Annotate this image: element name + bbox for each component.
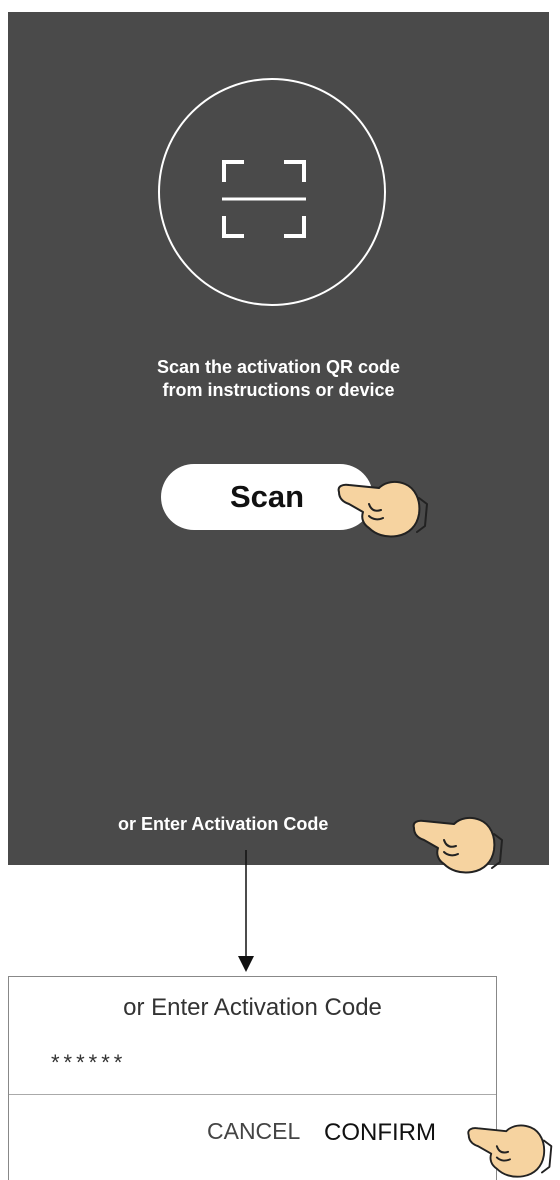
dialog-title: or Enter Activation Code [123,994,382,1021]
pointing-hand-icon [337,480,428,538]
dialog-divider [9,1094,496,1095]
qr-scan-frame-icon [222,160,306,238]
scan-screen: Scan the activation QR code from instruc… [8,12,549,865]
instruction-line-2: from instructions or device [162,380,395,400]
pointing-hand-icon [467,1124,553,1178]
activation-code-field[interactable]: ****** [51,1049,351,1077]
activation-code-dialog: or Enter Activation Code ****** CANCEL C… [8,976,497,1180]
enter-activation-code-link[interactable]: or Enter Activation Code [118,813,328,835]
arrow-down-icon [238,850,254,972]
confirm-button[interactable]: CONFIRM [324,1119,436,1147]
instruction-line-1: Scan the activation QR code [156,357,401,377]
scan-instruction: Scan the activation QR code from instruc… [8,356,549,402]
pointing-hand-icon [412,816,503,874]
cancel-button[interactable]: CANCEL [207,1117,300,1145]
